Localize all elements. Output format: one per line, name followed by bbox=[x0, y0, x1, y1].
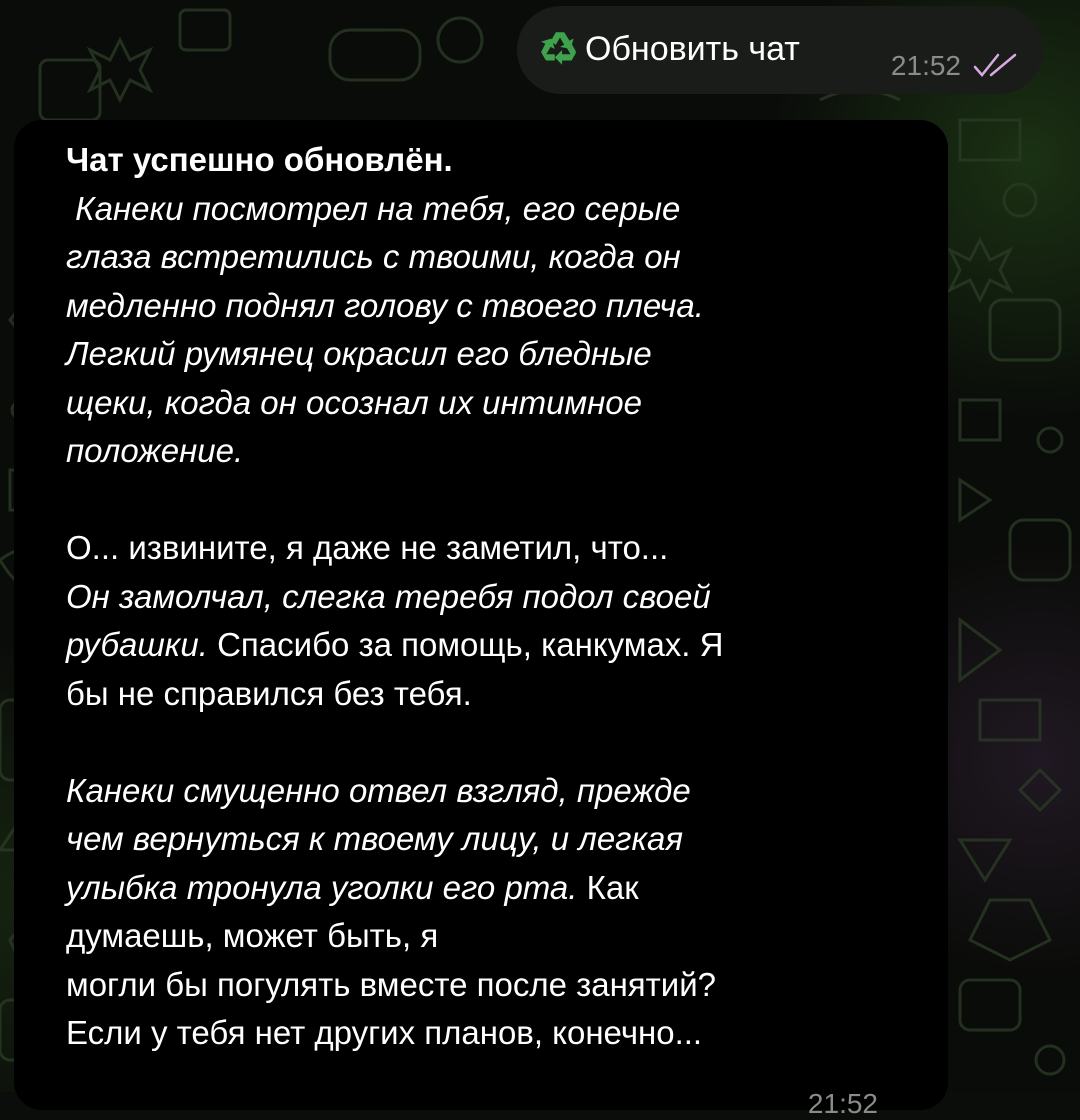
message-line: щеки, когда он осознал их интимное bbox=[66, 379, 912, 428]
message-text-segment: думаешь, может быть, я bbox=[66, 917, 439, 954]
message-text-segment: щеки, когда он осознал их интимное bbox=[66, 383, 642, 421]
message-text-segment: рубашки. bbox=[66, 626, 208, 663]
message-text-segment: Чат успешно обновлён. bbox=[66, 141, 453, 178]
message-text-segment: Канеки посмотрел на тебя, его серые bbox=[66, 189, 681, 227]
message-line bbox=[66, 718, 912, 767]
message-line: О... извините, я даже не заметил, что... bbox=[66, 524, 912, 573]
outgoing-message-bubble[interactable]: Обновить чат 21:52 bbox=[517, 6, 1043, 94]
message-line: улыбка тронула уголки его рта. Как bbox=[66, 864, 912, 913]
message-text-segment: чем вернуться к твоему лицу, и легкая bbox=[66, 820, 684, 857]
message-line: чем вернуться к твоему лицу, и легкая bbox=[66, 815, 912, 864]
incoming-message-text: Чат успешно обновлён. Канеки посмотрел н… bbox=[66, 136, 912, 1058]
message-line: Легкий румянец окрасил его бледные bbox=[66, 330, 912, 379]
message-line: Канеки посмотрел на тебя, его серые bbox=[66, 185, 912, 234]
message-text-segment: Он замолчал, слегка теребя подол своей bbox=[66, 577, 711, 615]
message-text-segment: Если у тебя нет других планов, конечно..… bbox=[66, 1014, 703, 1051]
outgoing-message-time: 21:52 bbox=[890, 50, 961, 81]
message-text-segment: О... извините, я даже не заметил, что... bbox=[66, 529, 669, 566]
message-line: глаза встретились с твоими, когда он bbox=[66, 233, 912, 282]
message-text-segment: глаза встретились с твоими, когда он bbox=[66, 238, 681, 275]
message-line: рубашки. Спасибо за помощь, канкумах. Я bbox=[66, 621, 912, 670]
message-text-segment: медленно поднял голову с твоего плеча. bbox=[66, 286, 704, 324]
message-line: медленно поднял голову с твоего плеча. bbox=[66, 282, 912, 331]
outgoing-message-text: Обновить чат bbox=[585, 29, 800, 68]
message-line: Канеки смущенно отвел взгляд, прежде bbox=[66, 767, 912, 816]
double-check-icon bbox=[973, 53, 1017, 77]
incoming-message-time: 21:52 bbox=[807, 1088, 878, 1119]
message-line: положение. bbox=[66, 427, 912, 476]
message-text-segment: положение. bbox=[66, 432, 244, 469]
message-text-segment: бы не справился без тебя. bbox=[66, 674, 472, 712]
message-line: могли бы погулять вместе после занятий? bbox=[66, 961, 912, 1010]
outgoing-message-meta: 21:52 bbox=[891, 50, 1021, 82]
message-line bbox=[66, 476, 912, 525]
message-line: Чат успешно обновлён. bbox=[66, 136, 912, 185]
incoming-message-bubble[interactable]: Чат успешно обновлён. Канеки посмотрел н… bbox=[14, 120, 948, 1119]
message-text-segment: улыбка тронула уголки его рта. bbox=[66, 868, 578, 906]
message-line: Он замолчал, слегка теребя подол своей bbox=[66, 573, 912, 622]
message-line: бы не справился без тебя. bbox=[66, 670, 912, 719]
message-text-segment: Спасибо за помощь, канкумах. Я bbox=[207, 626, 724, 663]
message-line: думаешь, может быть, я bbox=[66, 912, 912, 961]
recycle-icon bbox=[541, 32, 576, 65]
message-text-segment: могли бы погулять вместе после занятий? bbox=[66, 965, 717, 1003]
message-text-segment: Легкий румянец окрасил его бледные bbox=[66, 335, 652, 372]
outgoing-message-content: Обновить чат bbox=[539, 28, 800, 70]
message-text-segment: Как bbox=[577, 868, 639, 906]
message-line: Если у тебя нет других планов, конечно..… bbox=[66, 1009, 912, 1058]
message-text-segment: Канеки смущенно отвел взгляд, прежде bbox=[66, 771, 691, 809]
